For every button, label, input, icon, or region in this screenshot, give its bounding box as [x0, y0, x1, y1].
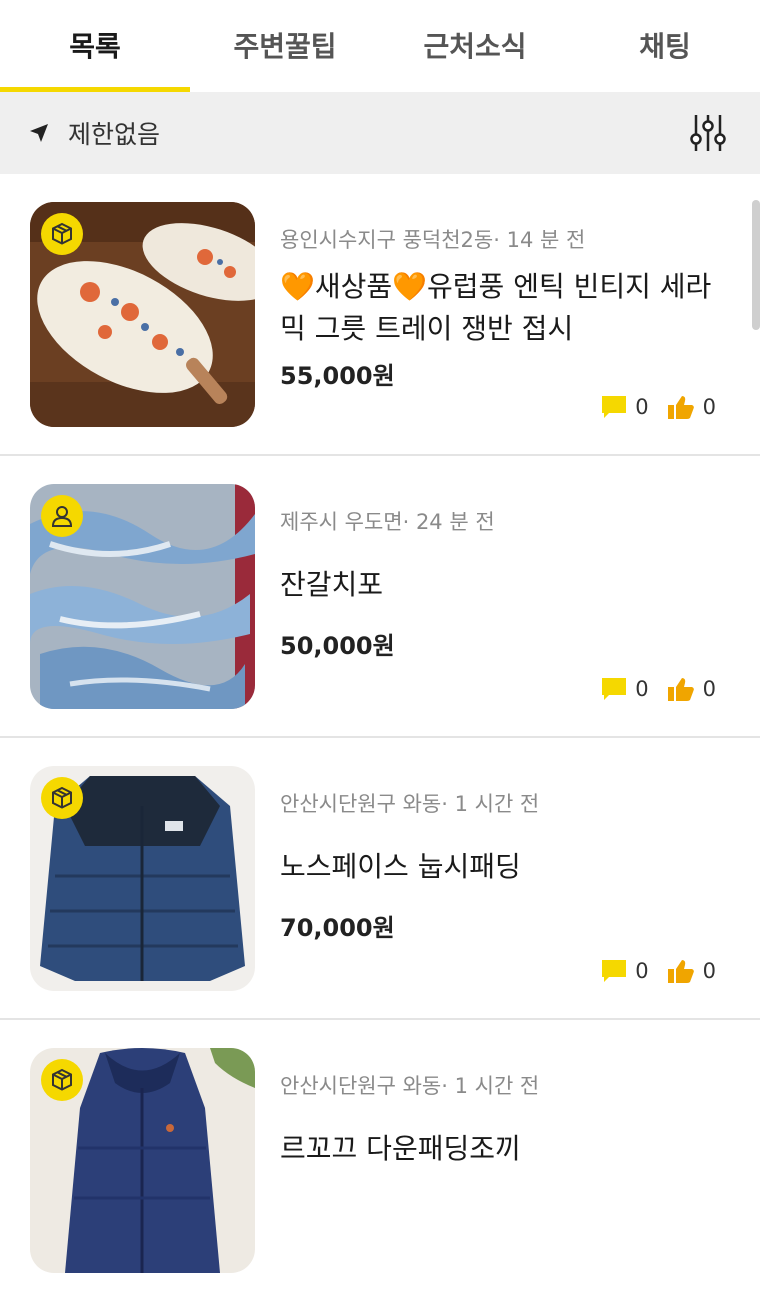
item-title[interactable]: 르꼬끄 다운패딩조끼 [280, 1128, 720, 1170]
tab-list[interactable]: 목록 [0, 0, 190, 92]
item-price: 50,000원 [280, 632, 395, 660]
list-item[interactable]: 안산시단원구 와동· 1 시간 전 르꼬끄 다운패딩조끼 [0, 1020, 760, 1302]
item-price: 70,000원 [280, 914, 395, 942]
list-item[interactable]: 제주시 우도면· 24 분 전 잔갈치포 50,000원 0 0 [0, 456, 760, 738]
list-item[interactable]: 용인시수지구 풍덕천2동· 14 분 전 🧡새상품🧡유럽풍 엔틱 빈티지 세라믹… [0, 174, 760, 456]
item-stats: 0 0 [583, 958, 716, 984]
product-image-puffer-jacket[interactable] [30, 766, 255, 991]
comment-count: 0 [635, 677, 649, 701]
thumbs-up-icon[interactable] [667, 958, 695, 984]
item-location-time: 제주시 우도면· 24 분 전 [280, 510, 495, 534]
comment-count: 0 [635, 395, 649, 419]
tab-local-tips[interactable]: 주변꿀팁 [190, 0, 380, 92]
item-title[interactable]: 노스페이스 눕시패딩 [280, 846, 720, 888]
tab-nearby-news[interactable]: 근처소식 [380, 0, 570, 92]
item-location-time: 안산시단원구 와동· 1 시간 전 [280, 1074, 540, 1098]
item-location-time: 안산시단원구 와동· 1 시간 전 [280, 792, 540, 816]
item-stats: 0 0 [583, 394, 716, 420]
thumbs-up-icon[interactable] [667, 676, 695, 702]
comment-icon [602, 960, 627, 982]
thumbs-up-icon[interactable] [667, 394, 695, 420]
product-list: 용인시수지구 풍덕천2동· 14 분 전 🧡새상품🧡유럽풍 엔틱 빈티지 세라믹… [0, 174, 760, 1302]
item-title[interactable]: 잔갈치포 [280, 564, 720, 606]
comment-count: 0 [635, 959, 649, 983]
comment-icon [602, 678, 627, 700]
item-stats: 0 0 [583, 676, 716, 702]
list-item[interactable]: 안산시단원구 와동· 1 시간 전 노스페이스 눕시패딩 70,000원 0 0 [0, 738, 760, 1020]
package-icon [41, 213, 83, 255]
item-location-time: 용인시수지구 풍덕천2동· 14 분 전 [280, 228, 586, 252]
product-image-dried-fish[interactable] [30, 484, 255, 709]
package-icon [41, 1059, 83, 1101]
product-image-down-vest[interactable] [30, 1048, 255, 1273]
location-filter-bar: 제한없음 [0, 92, 760, 174]
navigation-arrow-icon [28, 122, 50, 144]
top-tab-bar: 목록 주변꿀팁 근처소식 채팅 [0, 0, 760, 92]
like-count: 0 [702, 959, 716, 983]
like-count: 0 [702, 677, 716, 701]
tab-chat[interactable]: 채팅 [570, 0, 760, 92]
filter-sliders-icon[interactable] [688, 112, 728, 154]
user-icon [41, 495, 83, 537]
item-price: 55,000원 [280, 362, 395, 390]
item-title[interactable]: 🧡새상품🧡유럽풍 엔틱 빈티지 세라믹 그릇 트레이 쟁반 접시 [280, 266, 720, 350]
comment-icon [602, 396, 627, 418]
location-range-label[interactable]: 제한없음 [68, 115, 160, 151]
package-icon [41, 777, 83, 819]
like-count: 0 [702, 395, 716, 419]
product-image-ceramic-tray[interactable] [30, 202, 255, 427]
